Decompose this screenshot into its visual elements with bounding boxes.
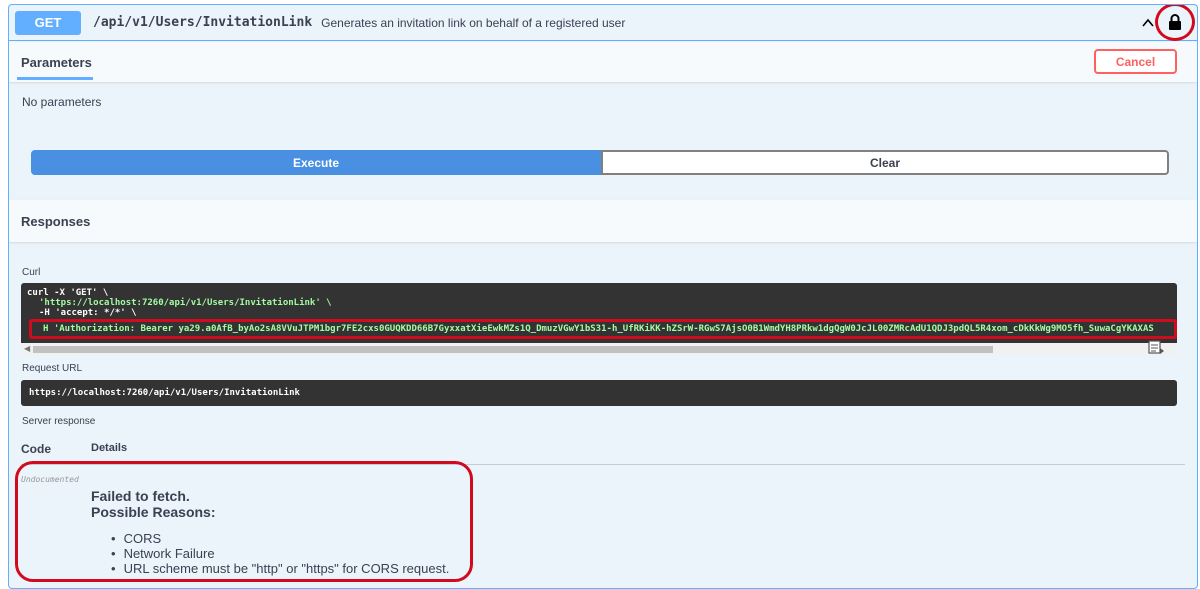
chevron-up-icon[interactable] [1141, 16, 1155, 30]
curl-line-1: curl -X 'GET' \ [27, 288, 109, 298]
curl-line-2: 'https://localhost:7260/api/v1/Users/Inv… [39, 298, 332, 308]
tab-active-indicator [17, 77, 93, 80]
curl-label: Curl [22, 267, 41, 278]
execute-button[interactable]: Execute [31, 150, 601, 175]
endpoint-path: /api/v1/Users/InvitationLink [93, 15, 313, 30]
request-url-block[interactable]: https://localhost:7260/api/v1/Users/Invi… [21, 380, 1177, 406]
cancel-button[interactable]: Cancel [1094, 49, 1177, 74]
horizontal-scrollbar[interactable]: ◀ [21, 343, 1177, 355]
authorize-lock-button[interactable] [1155, 5, 1195, 41]
responses-title: Responses [21, 214, 91, 229]
details-column-header: Details [91, 442, 128, 454]
scroll-left-arrow-icon[interactable]: ◀ [24, 344, 30, 353]
request-url-value: https://localhost:7260/api/v1/Users/Invi… [29, 388, 300, 398]
copy-to-clipboard-icon[interactable] [1147, 339, 1165, 355]
tab-parameters[interactable]: Parameters [21, 55, 92, 70]
request-url-label: Request URL [22, 363, 83, 374]
authorization-highlight [29, 319, 1177, 339]
curl-line-3: -H 'accept: */*' \ [39, 308, 137, 318]
operation-block: GET /api/v1/Users/InvitationLink Generat… [8, 4, 1198, 589]
no-parameters-text: No parameters [22, 95, 102, 109]
http-method-badge: GET [15, 10, 81, 35]
operation-summary[interactable]: GET /api/v1/Users/InvitationLink Generat… [9, 5, 1197, 41]
clear-button[interactable]: Clear [601, 150, 1169, 175]
code-column-header: Code [21, 442, 51, 456]
responses-header: Responses [9, 200, 1197, 242]
endpoint-description: Generates an invitation link on behalf o… [321, 15, 626, 30]
server-response-label: Server response [22, 416, 96, 427]
scroll-thumb[interactable] [33, 346, 993, 353]
error-highlight [15, 461, 473, 582]
lock-icon [1169, 13, 1181, 30]
parameters-header: Parameters [9, 42, 1197, 82]
